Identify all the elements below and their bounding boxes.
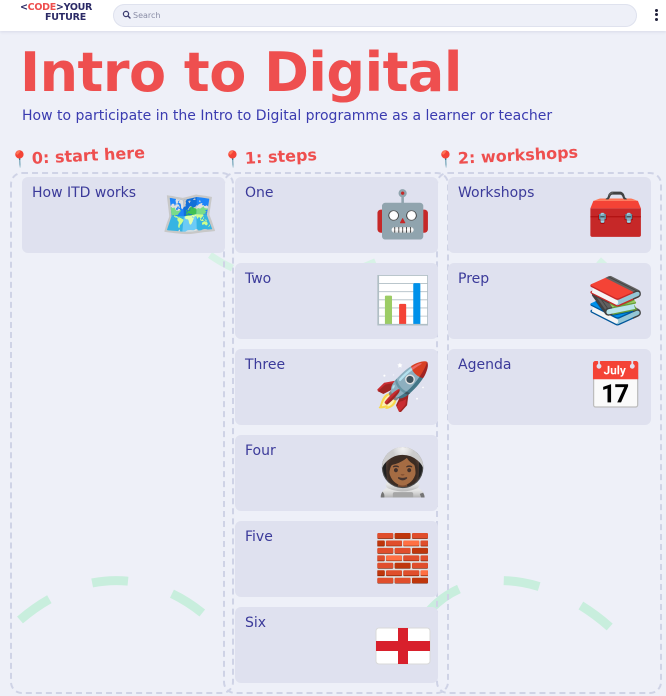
column-heading-workshops: 📍2: workshops (435, 142, 579, 169)
card-agenda[interactable]: Agenda 📅 (448, 349, 651, 425)
search-input[interactable] (133, 7, 623, 24)
card-label: How ITD works (32, 185, 137, 201)
card-label: Four (245, 443, 276, 459)
card-step-two[interactable]: Two 📊 (235, 263, 438, 339)
astronaut-icon: 👩🏾‍🚀 (374, 445, 432, 499)
top-bar: <CODE>YOUR FUTURE (0, 0, 666, 31)
england-flag-icon (374, 615, 432, 673)
card-workshops[interactable]: Workshops 🧰 (448, 177, 651, 253)
logo-bottom-line: FUTURE (45, 12, 87, 23)
brick-icon: 🧱 (374, 531, 432, 585)
england-flag-icon (375, 627, 431, 665)
card-how-itd-works[interactable]: How ITD works 🗺️ (22, 177, 225, 253)
column-heading-start-here: 📍0: start here (9, 142, 146, 169)
card-step-three[interactable]: Three 🚀 (235, 349, 438, 425)
toolbox-icon: 🧰 (587, 187, 645, 241)
card-step-five[interactable]: Five 🧱 (235, 521, 438, 597)
page-subtitle: How to participate in the Intro to Digit… (22, 108, 553, 124)
books-icon: 📚 (587, 273, 645, 327)
card-label: Two (245, 271, 272, 287)
card-label: Agenda (458, 357, 512, 373)
card-label: Six (245, 615, 267, 631)
card-step-one[interactable]: One 🤖 (235, 177, 438, 253)
card-prep[interactable]: Prep 📚 (448, 263, 651, 339)
card-step-four[interactable]: Four 👩🏾‍🚀 (235, 435, 438, 511)
calendar-icon: 📅 (587, 359, 645, 413)
card-label: Five (245, 529, 273, 545)
search-icon (122, 10, 131, 19)
card-step-six[interactable]: Six (235, 607, 438, 683)
card-label: Prep (458, 271, 490, 287)
bar-chart-icon: 📊 (374, 273, 432, 327)
pin-icon: 📍 (222, 148, 244, 169)
column-heading-steps: 📍1: steps (222, 145, 318, 169)
search-bar[interactable] (113, 4, 637, 27)
robot-icon: 🤖 (374, 187, 432, 241)
card-label: One (245, 185, 274, 201)
card-label: Workshops (458, 185, 535, 201)
pin-icon: 📍 (9, 148, 31, 169)
card-label: Three (245, 357, 286, 373)
code-your-future-logo[interactable]: <CODE>YOUR FUTURE (20, 3, 94, 25)
page-title: Intro to Digital (20, 41, 462, 104)
more-vertical-icon[interactable] (650, 7, 662, 25)
rocket-icon: 🚀 (374, 359, 432, 413)
map-icon: 🗺️ (161, 187, 219, 241)
pin-icon: 📍 (435, 148, 457, 169)
